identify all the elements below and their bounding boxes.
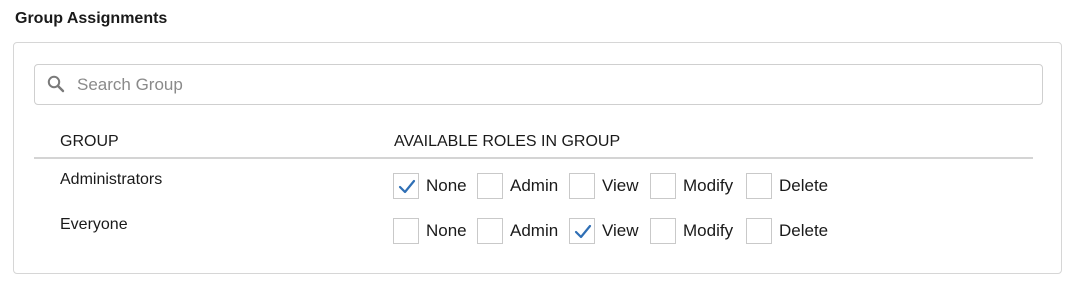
role-checkbox[interactable] xyxy=(746,218,772,244)
column-header-group: GROUP xyxy=(60,133,119,150)
role-label: None xyxy=(426,176,467,195)
role-checkbox[interactable] xyxy=(569,218,595,244)
role-checkbox[interactable] xyxy=(477,173,503,199)
role-option-delete[interactable]: Delete xyxy=(746,171,828,201)
search-input[interactable] xyxy=(77,65,1027,104)
role-label: View xyxy=(602,176,639,195)
role-label: None xyxy=(426,221,467,240)
role-checkbox[interactable] xyxy=(569,173,595,199)
role-checkbox[interactable] xyxy=(650,173,676,199)
table-row: Everyone None Admin View Modify Delete xyxy=(14,216,1061,246)
checkmark-icon xyxy=(398,179,416,194)
role-option-view[interactable]: View xyxy=(569,171,639,201)
role-checkbox[interactable] xyxy=(393,218,419,244)
role-label: Admin xyxy=(510,221,559,240)
role-option-modify[interactable]: Modify xyxy=(650,171,733,201)
search-box[interactable] xyxy=(34,64,1043,105)
role-label: Delete xyxy=(779,221,829,240)
role-checkbox[interactable] xyxy=(393,173,419,199)
role-option-none[interactable]: None xyxy=(393,171,467,201)
column-header-roles: AVAILABLE ROLES IN GROUP xyxy=(394,133,621,150)
role-label: Modify xyxy=(683,176,734,195)
group-name: Everyone xyxy=(60,216,128,233)
role-option-delete[interactable]: Delete xyxy=(746,216,828,246)
role-option-view[interactable]: View xyxy=(569,216,639,246)
role-label: Delete xyxy=(779,176,829,195)
group-name: Administrators xyxy=(60,171,163,188)
section-title: Group Assignments xyxy=(15,10,168,27)
role-option-modify[interactable]: Modify xyxy=(650,216,733,246)
table-row: Administrators None Admin View Modify De… xyxy=(14,171,1061,201)
role-label: Modify xyxy=(683,221,734,240)
role-option-admin[interactable]: Admin xyxy=(477,216,558,246)
header-divider xyxy=(34,157,1033,159)
role-checkbox[interactable] xyxy=(746,173,772,199)
role-checkbox[interactable] xyxy=(650,218,676,244)
checkmark-icon xyxy=(574,224,592,239)
role-label: Admin xyxy=(510,176,559,195)
role-checkbox[interactable] xyxy=(477,218,503,244)
role-label: View xyxy=(602,221,639,240)
role-option-none[interactable]: None xyxy=(393,216,467,246)
group-assignments-panel: GROUP AVAILABLE ROLES IN GROUP Administr… xyxy=(13,42,1062,274)
search-icon xyxy=(47,75,65,93)
role-option-admin[interactable]: Admin xyxy=(477,171,558,201)
